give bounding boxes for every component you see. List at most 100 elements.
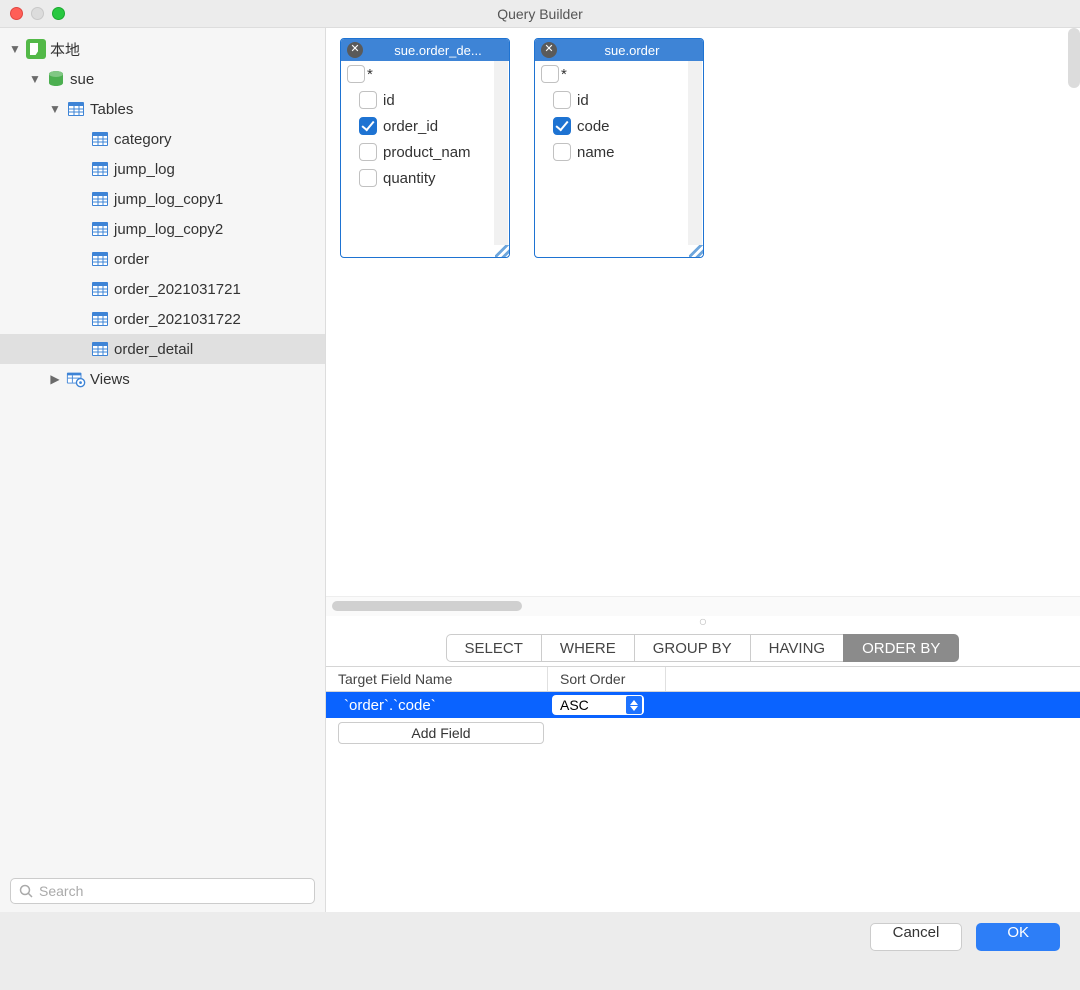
table-view-header[interactable]: ✕ sue.order_de... xyxy=(341,39,509,61)
table-view[interactable]: ✕sue.order * id code name xyxy=(534,38,704,258)
table-view-body: * id order_id product_nam quantity xyxy=(341,61,509,257)
grid-row[interactable]: `order`.`code` ASC xyxy=(326,692,1080,718)
connection-icon xyxy=(26,39,46,59)
table-label: order xyxy=(114,251,149,268)
sidebar-table-category[interactable]: category xyxy=(0,124,325,154)
sidebar-table-order_detail[interactable]: order_detail xyxy=(0,334,325,364)
cell-target-field[interactable]: `order`.`code` xyxy=(326,697,548,714)
column-name: id xyxy=(383,92,395,109)
sidebar-table-jump_log_copy2[interactable]: jump_log_copy2 xyxy=(0,214,325,244)
column-name: product_nam xyxy=(383,144,471,161)
column-header-target[interactable]: Target Field Name xyxy=(326,667,548,691)
grid-header: Target Field Name Sort Order xyxy=(326,666,1080,692)
tables-node[interactable]: ▼ Tables xyxy=(0,94,325,124)
column-row[interactable]: order_id xyxy=(341,113,509,139)
column-checkbox[interactable] xyxy=(553,117,571,135)
table-icon xyxy=(90,309,110,329)
table-icon xyxy=(90,339,110,359)
disclosure-icon[interactable]: ▼ xyxy=(8,42,22,56)
sort-order-select[interactable]: ASC xyxy=(552,695,644,715)
sidebar-table-order[interactable]: order xyxy=(0,244,325,274)
views-node[interactable]: ▶ Views xyxy=(0,364,325,394)
database-label: sue xyxy=(70,71,94,88)
table-view-header[interactable]: ✕sue.order xyxy=(535,39,703,61)
column-name: * xyxy=(561,66,567,83)
table-view[interactable]: ✕ sue.order_de...* id order_id product_namqu… xyxy=(340,38,510,258)
column-row[interactable]: * xyxy=(341,61,509,87)
column-name: id xyxy=(577,92,589,109)
column-row[interactable]: id xyxy=(535,87,703,113)
resize-handle-icon[interactable] xyxy=(689,245,703,257)
column-checkbox[interactable] xyxy=(359,169,377,187)
table-view-title: sue.order_de... xyxy=(373,43,503,58)
scrollbar-vertical[interactable] xyxy=(688,61,702,245)
table-view-body: * id code name xyxy=(535,61,703,257)
close-icon[interactable]: ✕ xyxy=(541,42,557,58)
cancel-button[interactable]: Cancel xyxy=(870,923,963,951)
sidebar: ▼ 本地 ▼ sue ▼ Tables category jump_logjump… xyxy=(0,28,326,912)
ok-button[interactable]: OK xyxy=(976,923,1060,951)
scrollbar-vertical[interactable] xyxy=(1068,28,1080,88)
column-header-sort[interactable]: Sort Order xyxy=(548,667,666,691)
database-node[interactable]: ▼ sue xyxy=(0,64,325,94)
resize-handle-icon[interactable] xyxy=(495,245,509,257)
column-row[interactable]: quantity xyxy=(341,165,509,191)
sidebar-table-order_2021031721[interactable]: order_2021031721 xyxy=(0,274,325,304)
column-row[interactable]: id xyxy=(341,87,509,113)
table-icon xyxy=(90,279,110,299)
cell-sort-order[interactable]: ASC xyxy=(548,695,666,715)
add-field-button[interactable]: Add Field xyxy=(338,722,544,744)
column-checkbox[interactable] xyxy=(359,143,377,161)
table-icon xyxy=(90,249,110,269)
column-row[interactable]: name xyxy=(535,139,703,165)
connection-node[interactable]: ▼ 本地 xyxy=(0,34,325,64)
sort-order-value: ASC xyxy=(560,697,589,713)
column-checkbox[interactable] xyxy=(347,65,365,83)
scrollbar-horizontal[interactable] xyxy=(326,596,1080,616)
diagram-canvas[interactable]: ✕sue.order_de...*idorder_idproduct_namqu… xyxy=(326,28,1080,596)
table-label: category xyxy=(114,131,172,148)
search-placeholder: Search xyxy=(39,883,83,899)
tables-label: Tables xyxy=(90,101,133,118)
tab-where[interactable]: WHERE xyxy=(541,634,635,662)
column-checkbox[interactable] xyxy=(359,91,377,109)
pager-dot: ○ xyxy=(326,616,1080,632)
tab-having[interactable]: HAVING xyxy=(750,634,844,662)
column-name: code xyxy=(577,118,610,135)
scrollbar-vertical[interactable] xyxy=(494,61,508,245)
sidebar-table-jump_log[interactable]: jump_log xyxy=(0,154,325,184)
search-icon xyxy=(19,884,33,898)
disclosure-icon[interactable]: ▼ xyxy=(48,102,62,116)
column-name: * xyxy=(367,66,373,83)
column-name: quantity xyxy=(383,170,436,187)
table-label: order_detail xyxy=(114,341,193,358)
tab-group-by[interactable]: GROUP BY xyxy=(634,634,751,662)
tab-order-by[interactable]: ORDER BY xyxy=(843,634,959,662)
column-checkbox[interactable] xyxy=(541,65,559,83)
disclosure-icon[interactable]: ▶ xyxy=(48,372,62,386)
table-icon xyxy=(90,159,110,179)
titlebar: Query Builder xyxy=(0,0,1080,28)
window-title: Query Builder xyxy=(0,6,1080,22)
close-icon[interactable]: ✕ xyxy=(347,42,363,58)
column-row[interactable]: code xyxy=(535,113,703,139)
dialog-footer: Cancel OK xyxy=(0,912,1080,962)
disclosure-icon[interactable]: ▼ xyxy=(28,72,42,86)
table-label: jump_log_copy1 xyxy=(114,191,223,208)
views-icon xyxy=(66,369,86,389)
views-label: Views xyxy=(90,371,130,388)
column-checkbox[interactable] xyxy=(553,143,571,161)
tab-select[interactable]: SELECT xyxy=(446,634,542,662)
column-row[interactable]: * xyxy=(535,61,703,87)
tables-icon xyxy=(66,99,86,119)
sidebar-table-order_2021031722[interactable]: order_2021031722 xyxy=(0,304,325,334)
column-row[interactable]: product_nam xyxy=(341,139,509,165)
clause-tabs: SELECTWHEREGROUP BYHAVINGORDER BY xyxy=(326,634,1080,666)
table-icon xyxy=(90,189,110,209)
column-checkbox[interactable] xyxy=(553,91,571,109)
table-label: jump_log xyxy=(114,161,175,178)
sidebar-table-jump_log_copy1[interactable]: jump_log_copy1 xyxy=(0,184,325,214)
search-input[interactable]: Search xyxy=(10,878,315,904)
column-checkbox[interactable] xyxy=(359,117,377,135)
column-name: name xyxy=(577,144,615,161)
